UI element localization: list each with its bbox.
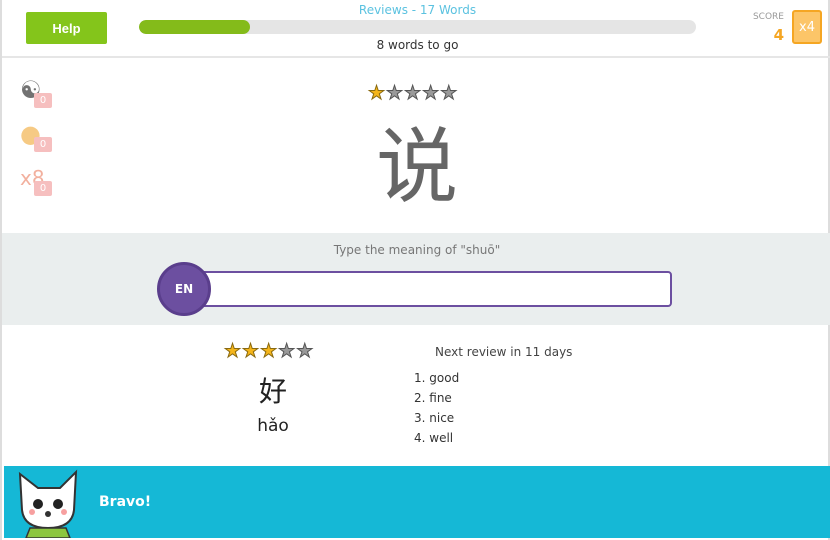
- powerup-yin-yang[interactable]: ☯ 0: [20, 76, 52, 108]
- meanings-list: 1. good 2. fine 3. nice 4. well: [414, 371, 459, 451]
- question-character: 说: [375, 120, 458, 215]
- star-filled-icon: ★: [260, 340, 278, 362]
- previous-pinyin: hǎo: [257, 416, 289, 436]
- previous-character: 好: [258, 375, 287, 408]
- star-empty-icon: ★: [278, 340, 296, 362]
- multiplier-badge: x4: [792, 10, 822, 44]
- powerup-count: 0: [34, 181, 52, 196]
- star-filled-icon: ★: [223, 340, 242, 362]
- meaning-item: 4. well: [414, 431, 454, 445]
- words-remaining: 8 words to go: [376, 38, 459, 52]
- meaning-item: 3. nice: [414, 411, 455, 425]
- meaning-item: 2. fine: [414, 391, 452, 405]
- powerup-ribbon[interactable]: x8 0: [20, 164, 52, 196]
- meaning-item: 1. good: [414, 371, 460, 385]
- answer-prompt: Type the meaning of "shuō": [333, 243, 501, 257]
- cat-mascot-icon: [18, 469, 78, 538]
- feedback-message: Bravo!: [99, 494, 152, 510]
- score-label: SCORE: [752, 12, 784, 22]
- star-filled-icon: ★: [242, 340, 260, 362]
- next-review: Next review in 11 days: [435, 345, 573, 359]
- powerup-paw[interactable]: ● 0: [20, 120, 52, 152]
- help-button[interactable]: Help: [26, 12, 107, 44]
- star-empty-icon: ★: [296, 340, 314, 362]
- powerup-count: 0: [34, 93, 52, 108]
- score-value: 4: [773, 26, 784, 44]
- progress-bar: [139, 20, 696, 34]
- powerup-count: 0: [34, 137, 52, 152]
- previous-stars: ★ ★ ★ ★ ★: [223, 340, 314, 362]
- language-button[interactable]: EN: [157, 262, 211, 316]
- review-title: Reviews - 17 Words: [358, 3, 477, 17]
- progress-fill: [139, 20, 251, 34]
- answer-input[interactable]: [182, 271, 672, 307]
